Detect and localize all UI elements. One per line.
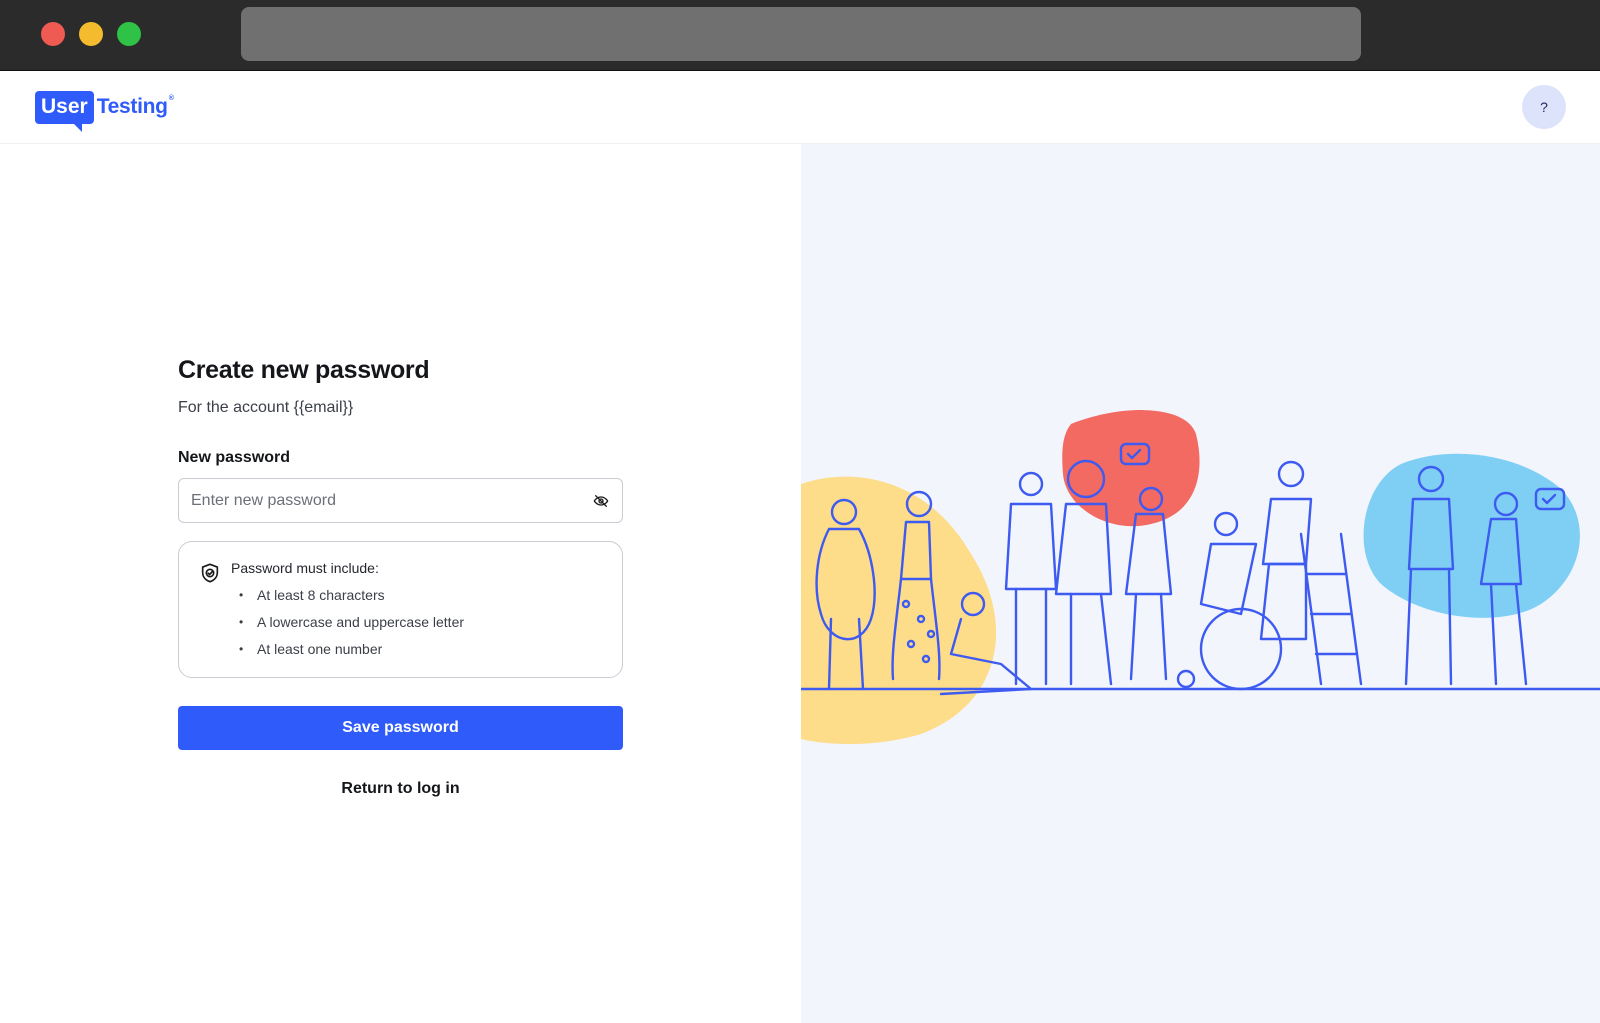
illustration-panel xyxy=(801,144,1600,1023)
help-button[interactable]: ? xyxy=(1522,85,1566,129)
new-password-label: New password xyxy=(178,449,291,466)
red-blob xyxy=(1062,410,1200,527)
address-bar[interactable] xyxy=(241,7,1361,61)
save-password-button[interactable]: Save password xyxy=(178,706,623,750)
logo-testing-word: Testing® xyxy=(96,95,174,118)
window-close-button[interactable] xyxy=(41,22,65,46)
requirement-item: At least 8 characters xyxy=(231,586,604,613)
app-header: User Testing® ? xyxy=(0,71,1600,144)
form-panel: Create new password For the account {{em… xyxy=(0,144,801,1023)
toggle-password-visibility-button[interactable] xyxy=(590,490,612,512)
shield-check-icon xyxy=(201,563,219,583)
logo-user-word: User xyxy=(35,90,94,132)
new-password-field-wrapper xyxy=(178,478,623,523)
browser-chrome xyxy=(0,0,1600,71)
people-illustration xyxy=(801,410,1600,744)
page-title: Create new password xyxy=(178,356,430,384)
return-to-login-link[interactable]: Return to log in xyxy=(178,780,623,798)
requirements-list: At least 8 characters A lowercase and up… xyxy=(231,586,604,667)
create-password-form: Create new password For the account {{em… xyxy=(178,356,623,798)
requirement-item: A lowercase and uppercase letter xyxy=(231,613,604,640)
new-password-input[interactable] xyxy=(179,479,622,522)
window-maximize-button[interactable] xyxy=(117,22,141,46)
requirements-title: Password must include: xyxy=(231,560,379,576)
blue-blob xyxy=(1363,453,1580,618)
password-requirements-box: Password must include: At least 8 charac… xyxy=(178,541,623,678)
usertesting-logo[interactable]: User Testing® xyxy=(35,89,174,132)
eye-slash-icon xyxy=(593,495,609,507)
account-subtitle: For the account {{email}} xyxy=(178,399,354,416)
window-minimize-button[interactable] xyxy=(79,22,103,46)
requirement-item: At least one number xyxy=(231,640,604,667)
